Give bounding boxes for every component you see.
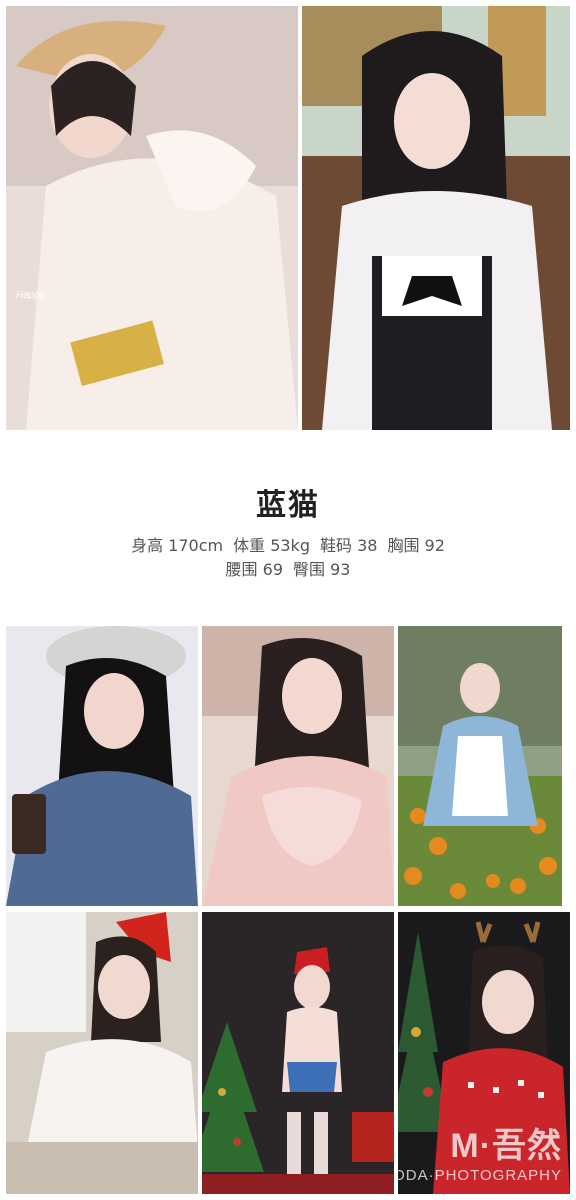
stat-shoe-size: 鞋码 38 — [319, 536, 378, 555]
stats-line-1: 身高 170cm 体重 53kg 鞋码 38 胸围 92 — [70, 534, 506, 558]
model-stats: 身高 170cm 体重 53kg 鞋码 38 胸围 92 腰围 69 臀围 93 — [70, 534, 506, 582]
photo-blue-maid-flowers[interactable] — [398, 626, 562, 906]
photo-denim-jacket[interactable] — [6, 626, 198, 906]
site-watermark: M·吾然 MODA·PHOTOGRAPHY — [398, 1118, 562, 1184]
stat-bust: 胸围 92 — [387, 536, 445, 555]
photo-pink-lingerie[interactable] — [202, 626, 394, 906]
model-profile: 蓝猫 身高 170cm 体重 53kg 鞋码 38 胸围 92 腰围 69 臀围 93 — [0, 430, 576, 620]
photo-white-ruffle-dress[interactable]: Happy — [6, 6, 298, 430]
watermark-sub: MODA·PHOTOGRAPHY — [398, 1167, 562, 1184]
stat-hips: 臀围 93 — [293, 560, 351, 579]
stat-waist: 腰围 69 — [225, 560, 283, 579]
photo-caption: Happy — [16, 290, 45, 301]
stat-weight: 体重 53kg — [233, 536, 310, 555]
photo-red-bow-lace[interactable] — [6, 912, 198, 1194]
photo-maid-dress[interactable] — [302, 6, 570, 430]
photo-reindeer-antlers[interactable]: M·吾然 MODA·PHOTOGRAPHY — [398, 912, 570, 1194]
model-name: 蓝猫 — [256, 488, 320, 523]
stats-line-2: 腰围 69 臀围 93 — [70, 558, 506, 582]
watermark-main: M·吾然 — [450, 1127, 562, 1165]
photo-christmas-hat[interactable] — [202, 912, 394, 1194]
stat-height: 身高 170cm — [131, 536, 224, 555]
